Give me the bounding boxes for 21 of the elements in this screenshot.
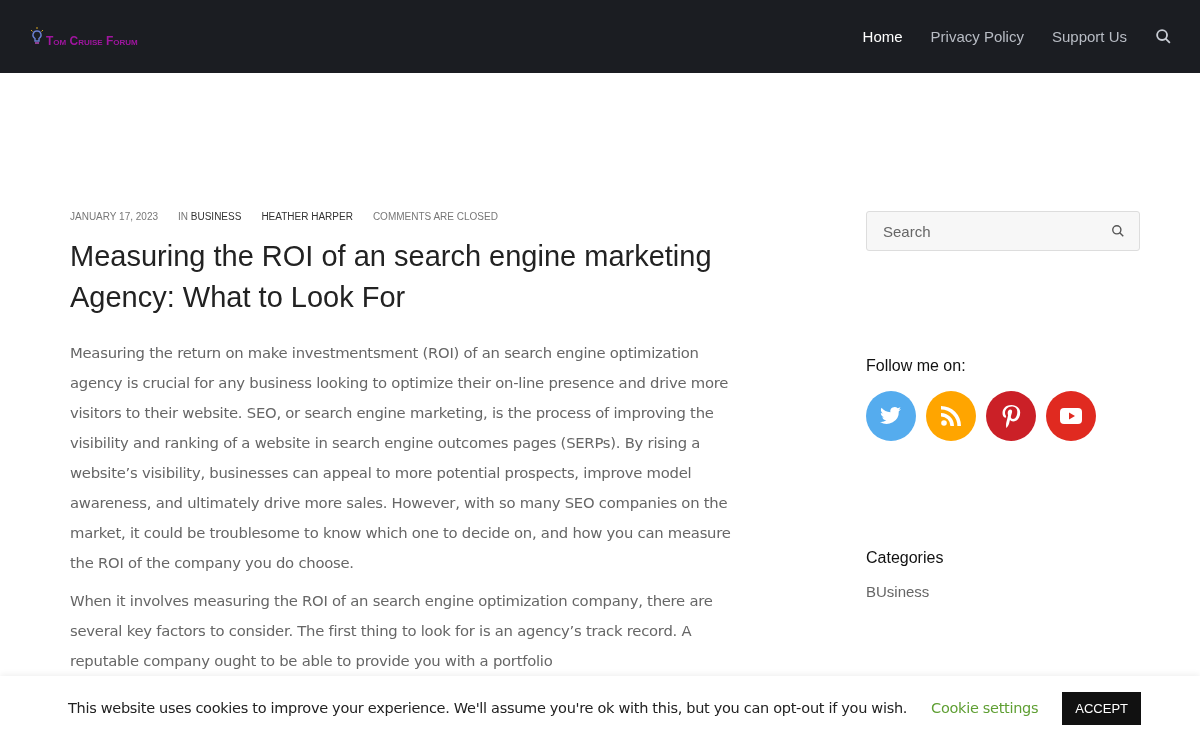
- cookie-message: This website uses cookies to improve your experience. We'll assume you're ok with this, but you can opt-out if you wish.: [68, 700, 908, 716]
- social-link[interactable]: [1046, 391, 1096, 441]
- post-paragraph: Measuring the return on make investmentsment (ROI) of an search engine optimization agency is crucial for any business looking to optimize their on-line presence and drive more visitors to their website. SEO, or search engine marketing, is the process of improving the visibility and ranking of a website in search engine outcomes pages (SERPs). By rising a website’s visibility, businesses can appeal to more potential prospects, improve model awareness, and ultimately drive more sales. However, with so many SEO companies on the market, it could be troublesome to know which one to decide on, and how you can measure the ROI of the company you do choose.: [70, 343, 732, 573]
- post-paragraph: When it involves measuring the ROI of an search engine optimization company, there are several key factors to consider. The first thing to look for is an agency’s track record. A reputable company ought to be able to provide you with a portfolio: [70, 591, 714, 671]
- post-title: Measuring the ROI of an search engine marketing Agency: What to Look For: [70, 239, 713, 315]
- accept-button[interactable]: ACCEPT: [1062, 691, 1141, 725]
- lightbulb-icon: [30, 26, 44, 47]
- nav-link[interactable]: Home: [862, 28, 903, 45]
- post-category: IN BUSINESS: [178, 211, 242, 222]
- nav-link[interactable]: Support Us: [1051, 28, 1127, 45]
- search-icon[interactable]: [1155, 28, 1172, 45]
- comments-status: COMMENTS ARE CLOSED: [372, 211, 498, 222]
- post-author[interactable]: HEATHER HARPER: [261, 211, 353, 222]
- widget-title: Categories: [866, 549, 945, 567]
- category-link[interactable]: BUsiness: [866, 583, 1140, 600]
- post-date: JANUARY 17, 2023: [70, 211, 159, 222]
- nav-link[interactable]: Privacy Policy: [930, 28, 1024, 45]
- widget-title: Follow me on:: [866, 357, 967, 375]
- social-link[interactable]: [986, 391, 1036, 441]
- search-icon[interactable]: [1111, 224, 1125, 238]
- search-field[interactable]: Search: [866, 211, 1140, 251]
